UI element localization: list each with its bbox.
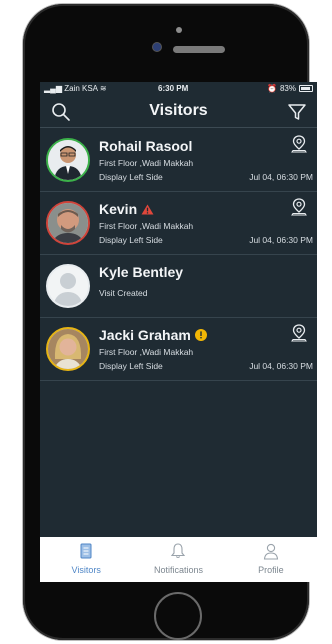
wifi-icon: ≋	[99, 84, 107, 93]
tab-label: Notifications	[153, 565, 203, 575]
tab-label: Visitors	[71, 565, 101, 575]
clipboard-icon	[80, 543, 92, 559]
visitor-row[interactable]: Jacki Graham First Floor ,Wadi Makkah Di…	[40, 318, 317, 381]
front-camera	[153, 43, 161, 51]
visitor-location: First Floor ,Wadi Makkah	[99, 158, 194, 168]
tab-visitors[interactable]: Visitors	[40, 537, 132, 582]
visitor-status: Visit Created	[99, 288, 148, 298]
warning-icon	[141, 203, 154, 215]
map-pin-icon[interactable]	[291, 198, 307, 216]
carrier-label: ▂▄▆ Zain KSA ≋	[44, 84, 107, 93]
signal-icon: ▂▄▆	[44, 84, 62, 93]
person-photo-icon	[48, 203, 88, 243]
visitor-name: Kevin	[99, 201, 154, 217]
visitor-display: Display Left Side	[99, 361, 163, 371]
visitor-name: Kyle Bentley	[99, 264, 184, 280]
person-photo-icon	[48, 140, 88, 180]
bell-icon	[171, 543, 186, 559]
battery-percent: 83%	[279, 84, 296, 93]
tab-label: Profile	[258, 565, 284, 575]
avatar	[46, 264, 90, 308]
status-right: ⏰ 83%	[267, 84, 313, 93]
filter-icon[interactable]	[287, 102, 307, 122]
home-button[interactable]	[154, 592, 202, 640]
visitor-name: Rohail Rasool	[99, 138, 193, 154]
avatar	[46, 201, 90, 245]
visitor-list: Rohail Rasool First Floor ,Wadi Makkah D…	[40, 129, 317, 381]
info-alert-icon	[194, 329, 207, 341]
bottom-tab-bar: Visitors Notifications Profile	[40, 537, 317, 582]
user-icon	[263, 543, 278, 560]
visitor-date: Jul 04, 06:30 PM	[249, 361, 313, 371]
avatar	[46, 327, 90, 371]
tab-profile[interactable]: Profile	[225, 537, 317, 582]
visitor-location: First Floor ,Wadi Makkah	[99, 221, 194, 231]
visitor-display: Display Left Side	[99, 172, 163, 182]
app-header: Visitors	[40, 96, 317, 128]
earpiece-speaker	[173, 46, 225, 53]
tab-notifications[interactable]: Notifications	[132, 537, 224, 582]
visitor-display: Display Left Side	[99, 235, 163, 245]
person-photo-icon	[48, 329, 88, 369]
alarm-icon: ⏰	[267, 84, 277, 93]
visitor-row[interactable]: Rohail Rasool First Floor ,Wadi Makkah D…	[40, 129, 317, 192]
status-time: 6:30 PM	[158, 84, 189, 93]
visitor-name: Jacki Graham	[99, 327, 207, 343]
default-avatar-icon	[48, 266, 88, 306]
page-title: Visitors	[149, 102, 208, 119]
visitor-row[interactable]: Kyle Bentley Visit Created	[40, 255, 317, 318]
avatar	[46, 138, 90, 182]
visitor-location: First Floor ,Wadi Makkah	[99, 347, 194, 357]
status-bar: ▂▄▆ Zain KSA ≋ 6:30 PM ⏰ 83%	[40, 82, 317, 96]
visitor-row[interactable]: Kevin First Floor ,Wadi Makkah Display L…	[40, 192, 317, 255]
visitor-date: Jul 04, 06:30 PM	[249, 235, 313, 245]
visitor-date: Jul 04, 06:30 PM	[249, 172, 313, 182]
map-pin-icon[interactable]	[291, 324, 307, 342]
app-screen: ▂▄▆ Zain KSA ≋ 6:30 PM ⏰ 83% Visitors Ro…	[40, 82, 317, 582]
battery-icon	[299, 85, 313, 92]
proximity-sensor	[176, 27, 182, 33]
map-pin-icon[interactable]	[291, 135, 307, 153]
